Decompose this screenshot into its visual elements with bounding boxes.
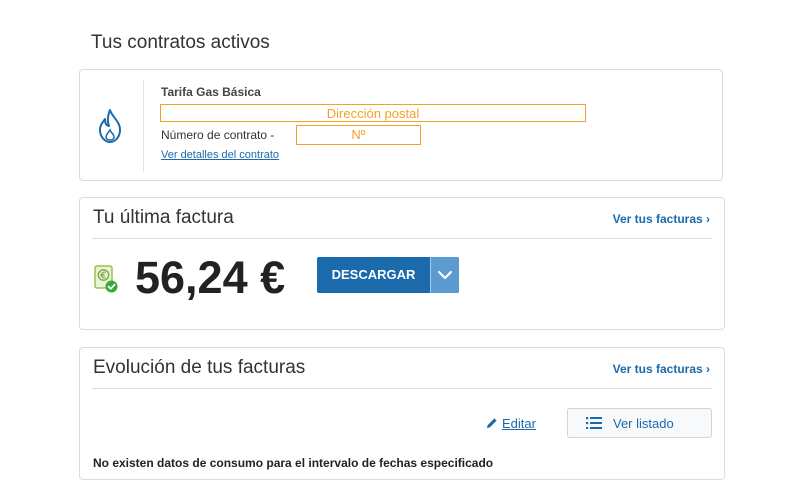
page-title: Tus contratos activos <box>91 32 270 53</box>
download-options-button[interactable] <box>430 257 459 293</box>
contract-details-link[interactable]: Ver detalles del contrato <box>161 149 279 161</box>
contract-card: Tarifa Gas Básica Dirección postal Númer… <box>79 69 723 181</box>
list-icon <box>586 417 602 429</box>
chevron-down-icon <box>437 270 453 280</box>
download-button-label: DESCARGAR <box>331 267 416 282</box>
view-list-label: Ver listado <box>613 416 674 431</box>
header-divider <box>92 388 712 389</box>
no-data-message: No existen datos de consumo para el inte… <box>93 456 494 470</box>
invoice-evolution-card: Evolución de tus facturas Ver tus factur… <box>79 347 725 480</box>
view-list-button[interactable]: Ver listado <box>567 408 712 438</box>
tariff-name: Tarifa Gas Básica <box>161 85 261 99</box>
download-button[interactable]: DESCARGAR <box>317 257 459 293</box>
header-divider <box>92 238 712 239</box>
invoice-amount: 56,24 € <box>135 252 286 303</box>
vertical-divider <box>143 80 144 172</box>
address-placeholder: Dirección postal <box>160 104 586 122</box>
last-invoice-title: Tu última factura <box>93 207 234 228</box>
euro-bill-check-icon <box>94 265 118 293</box>
evolution-title: Evolución de tus facturas <box>93 357 306 378</box>
flame-icon <box>99 109 121 143</box>
last-invoice-card: Tu última factura Ver tus facturas › 56,… <box>79 197 725 330</box>
view-invoices-link-2[interactable]: Ver tus facturas › <box>613 362 710 376</box>
contract-number-label: Número de contrato - <box>161 128 275 142</box>
edit-link[interactable]: Editar <box>486 416 536 431</box>
view-invoices-link[interactable]: Ver tus facturas › <box>613 212 710 226</box>
edit-label: Editar <box>502 416 536 431</box>
contract-number-placeholder: Nº <box>296 125 421 145</box>
pencil-icon <box>487 418 497 428</box>
